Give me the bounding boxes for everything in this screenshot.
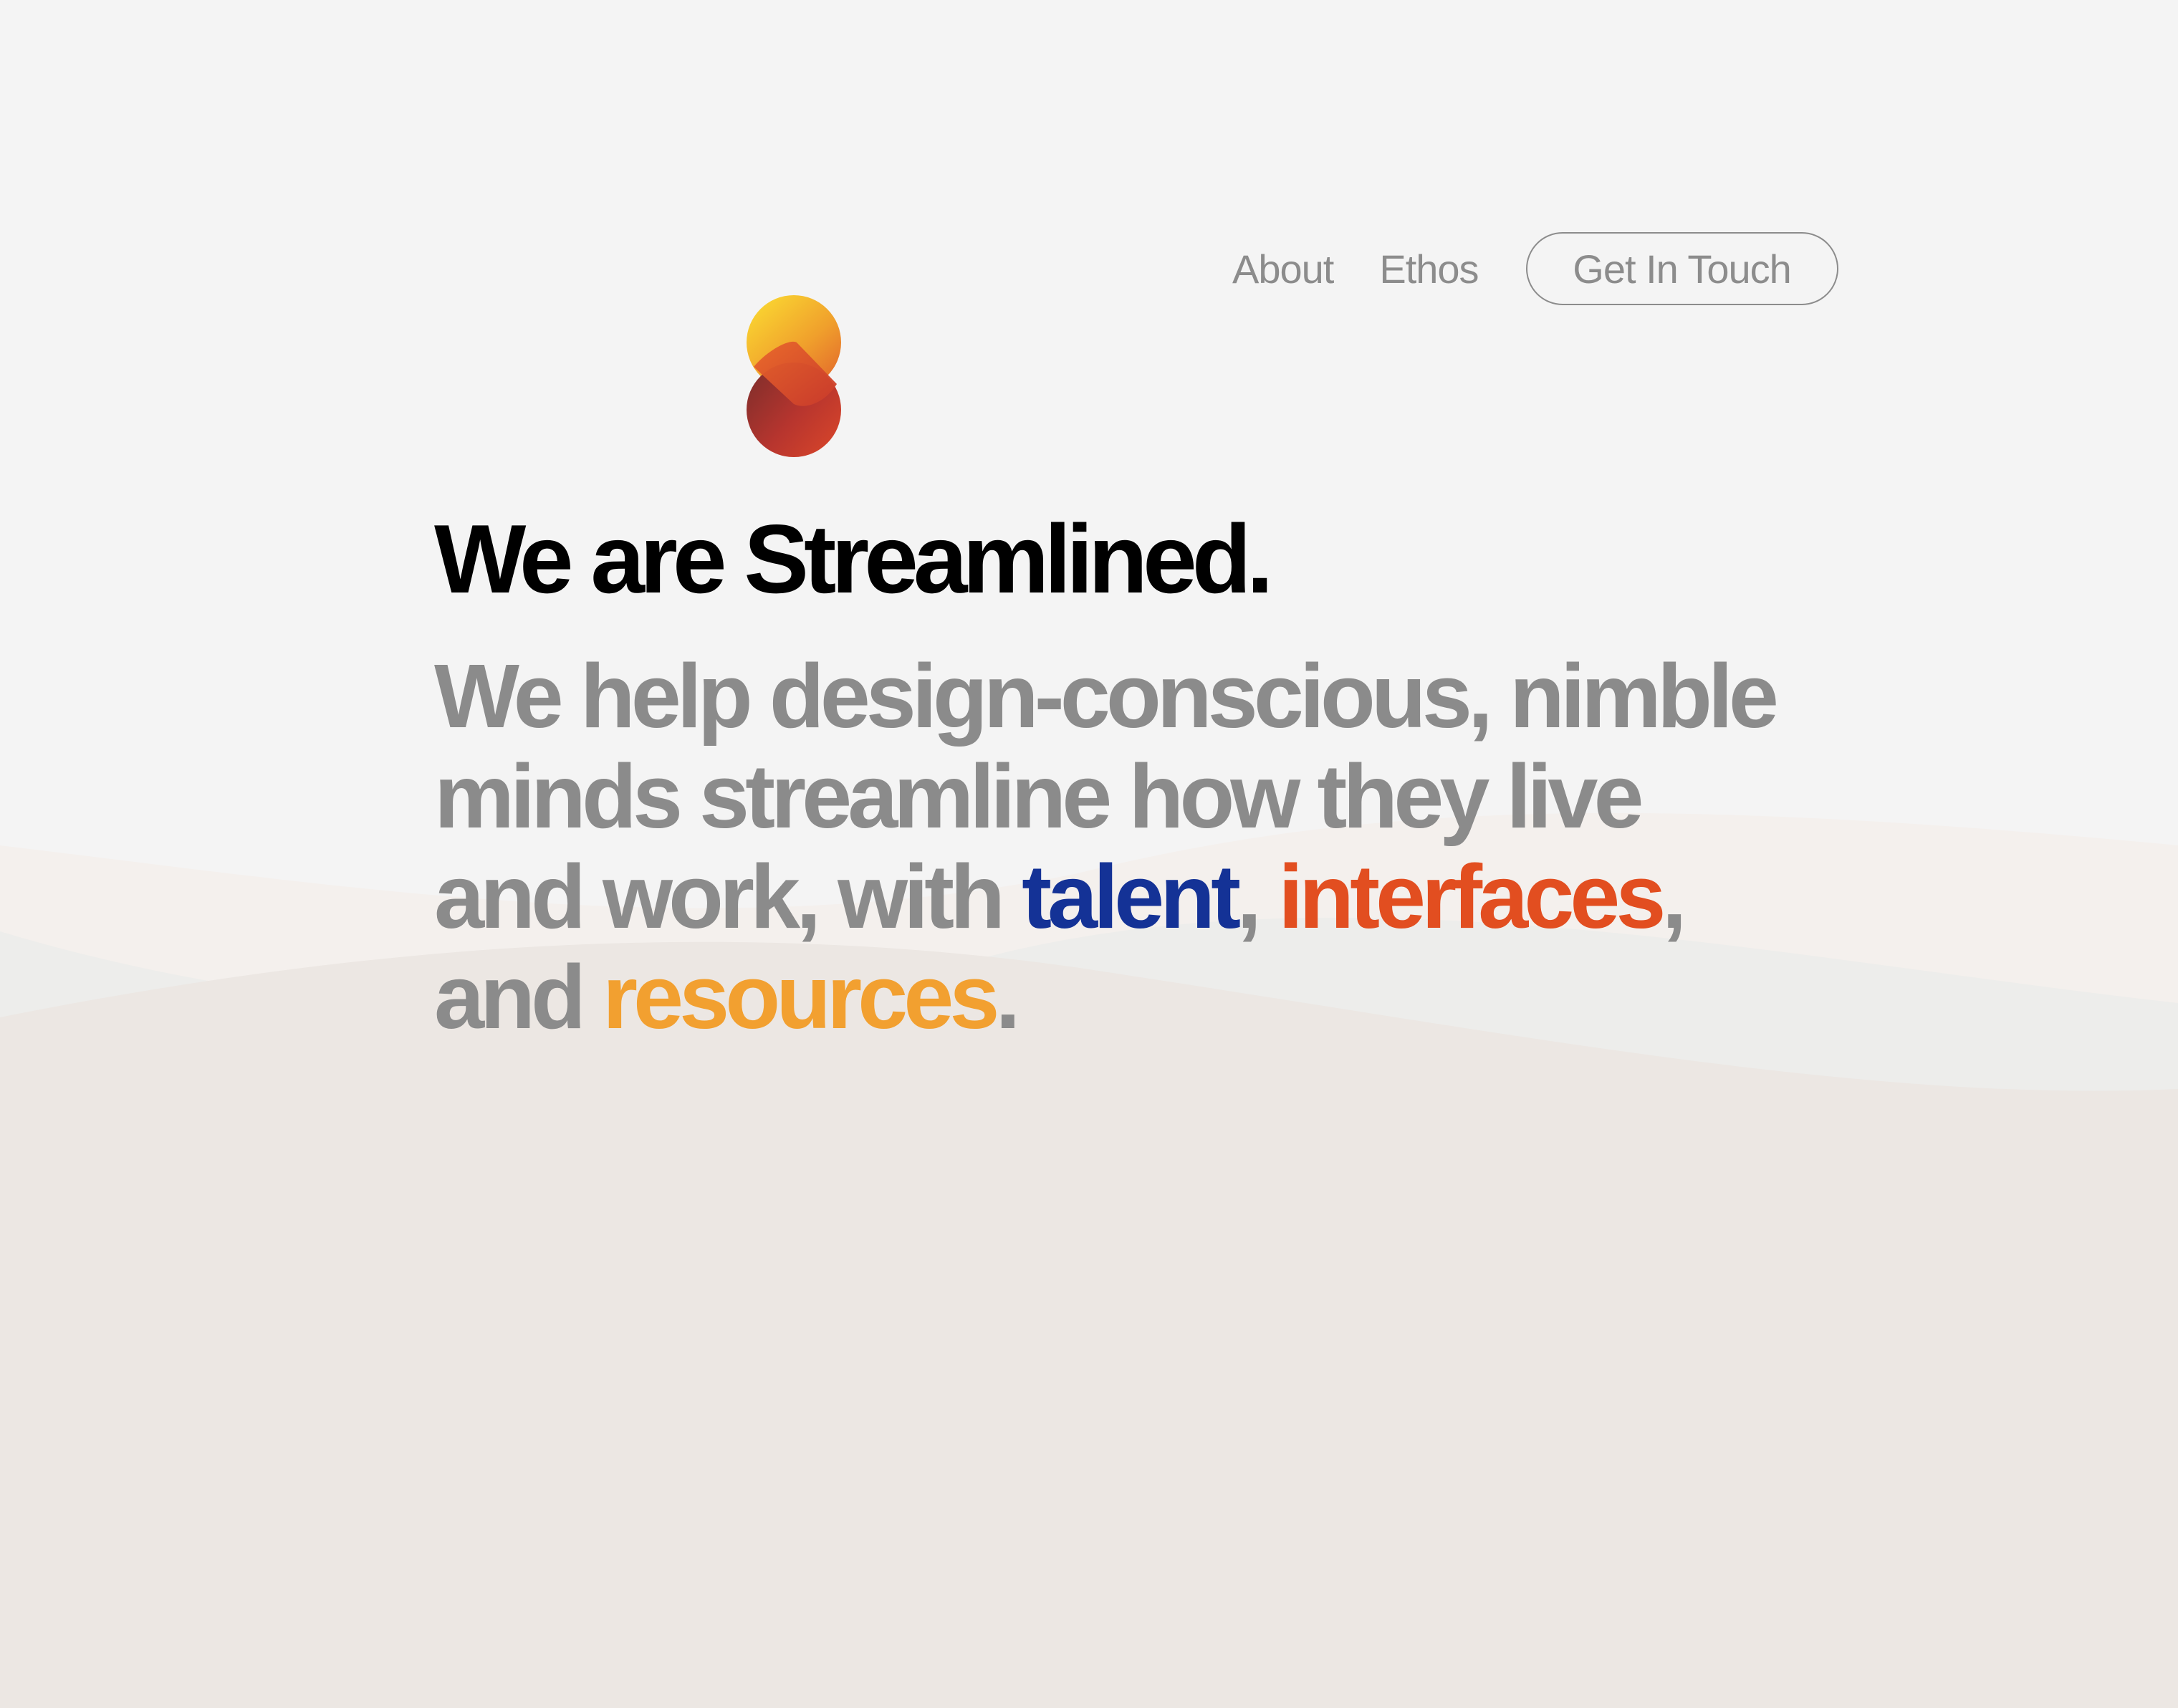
hero-content: We are Streamlined. We help design-consc… bbox=[434, 502, 1795, 1047]
nav-link-about[interactable]: About bbox=[1232, 246, 1334, 292]
page: About Ethos Get In Touch We are Streamli… bbox=[0, 0, 2178, 1708]
get-in-touch-button[interactable]: Get In Touch bbox=[1525, 232, 1838, 305]
lede-end-punctuation: . bbox=[995, 946, 1020, 1047]
hero-headline: We are Streamlined. bbox=[434, 504, 1274, 613]
hero-lede: We help design-conscious, nimble minds s… bbox=[434, 646, 1795, 1047]
streamlined-logo-icon[interactable] bbox=[745, 295, 843, 459]
lede-separator-1: , bbox=[1237, 846, 1279, 947]
top-nav: About Ethos Get In Touch bbox=[1232, 232, 1838, 305]
lede-highlight-resources: resources bbox=[603, 946, 999, 1047]
lede-highlight-interfaces: interfaces bbox=[1278, 846, 1666, 947]
lede-highlight-talent: talent bbox=[1022, 846, 1241, 947]
nav-link-ethos[interactable]: Ethos bbox=[1379, 246, 1479, 292]
